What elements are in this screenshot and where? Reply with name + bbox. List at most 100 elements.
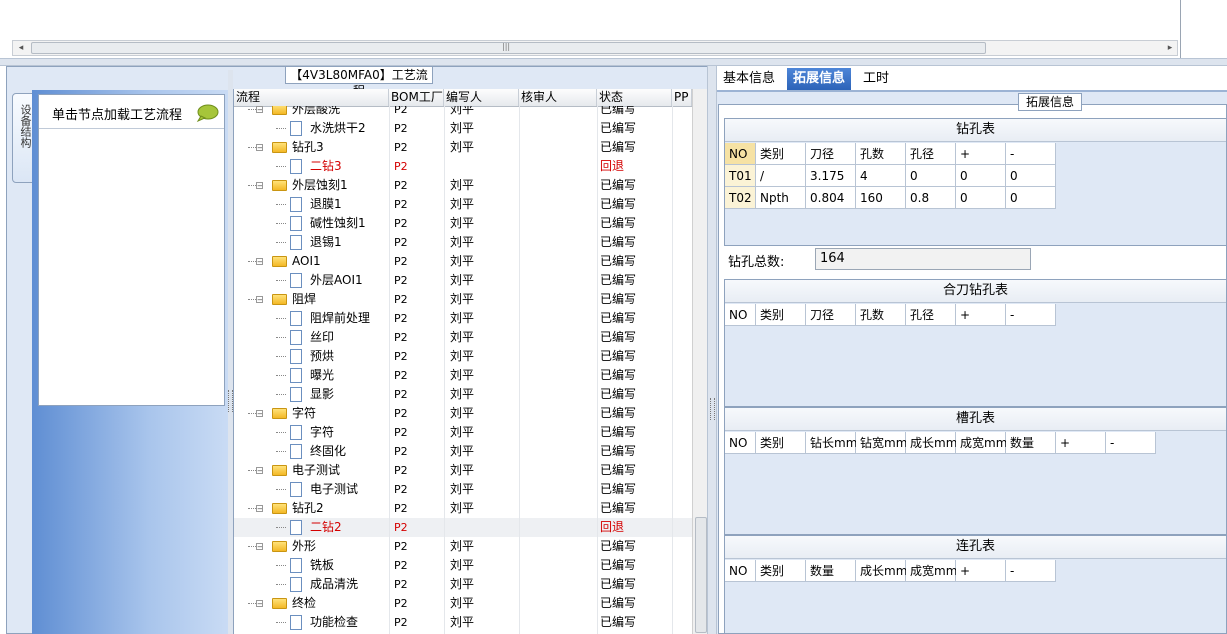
- table-cell[interactable]: T01: [725, 165, 756, 187]
- table-row[interactable]: 外层AOI1 P2 刘平 已编写: [234, 271, 692, 290]
- table-row[interactable]: 字符 P2 刘平 已编写: [234, 423, 692, 442]
- horizontal-scrollbar[interactable]: ◂ ||| ▸: [12, 40, 1178, 56]
- table-row[interactable]: 水洗烘干2 P2 刘平 已编写: [234, 119, 692, 138]
- table-row[interactable]: 丝印 P2 刘平 已编写: [234, 328, 692, 347]
- drill-total-field[interactable]: 164: [815, 248, 1031, 270]
- table-row[interactable]: 曝光 P2 刘平 已编写: [234, 366, 692, 385]
- right-splitter[interactable]: [707, 66, 717, 634]
- table-cell[interactable]: 0: [906, 165, 956, 187]
- table-header-cell[interactable]: +: [956, 304, 1006, 326]
- side-tab-equipment-structure[interactable]: 设备结构: [12, 93, 34, 183]
- table-row[interactable]: 阻焊前处理 P2 刘平 已编写: [234, 309, 692, 328]
- collapse-toggle-icon[interactable]: −: [256, 296, 263, 304]
- table-header-cell[interactable]: +: [1056, 432, 1106, 454]
- table-header-cell[interactable]: 孔径: [906, 143, 956, 165]
- collapse-toggle-icon[interactable]: −: [256, 467, 263, 475]
- table-cell[interactable]: 0.8: [906, 187, 956, 209]
- table-row[interactable]: − 钻孔3 P2 刘平 已编写: [234, 138, 692, 157]
- collapse-toggle-icon[interactable]: −: [256, 543, 263, 551]
- table-header-cell[interactable]: +: [956, 143, 1006, 165]
- table-header-cell[interactable]: 钻宽mm: [856, 432, 907, 454]
- table-header-cell[interactable]: NO: [725, 432, 756, 454]
- table-row[interactable]: − 电子测试 P2 刘平 已编写: [234, 461, 692, 480]
- collapse-toggle-icon[interactable]: −: [256, 106, 263, 114]
- grid-vertical-scroll-thumb[interactable]: [695, 517, 707, 633]
- table-header-cell[interactable]: 类别: [756, 143, 806, 165]
- table-header-cell[interactable]: 刀径: [806, 304, 856, 326]
- table-cell[interactable]: T02: [725, 187, 756, 209]
- table-row[interactable]: − 外形 P2 刘平 已编写: [234, 537, 692, 556]
- collapse-toggle-icon[interactable]: −: [256, 144, 263, 152]
- table-header-cell[interactable]: -: [1006, 304, 1056, 326]
- column-header-writer[interactable]: 编写人: [444, 89, 519, 106]
- collapse-toggle-icon[interactable]: −: [256, 182, 263, 190]
- tab-work-hours[interactable]: 工时: [857, 68, 895, 90]
- table-row[interactable]: 碱性蚀刻1 P2 刘平 已编写: [234, 214, 692, 233]
- collapse-toggle-icon[interactable]: −: [256, 258, 263, 266]
- table-row[interactable]: − 终检 P2 刘平 已编写: [234, 594, 692, 613]
- table-header-cell[interactable]: 类别: [756, 304, 806, 326]
- table-header-cell[interactable]: -: [1006, 560, 1056, 582]
- table-cell[interactable]: 160: [856, 187, 906, 209]
- tab-extended-info[interactable]: 拓展信息: [787, 68, 852, 90]
- table-row[interactable]: − 钻孔2 P2 刘平 已编写: [234, 499, 692, 518]
- table-cell[interactable]: 3.175: [806, 165, 856, 187]
- table-header-cell[interactable]: -: [1006, 143, 1056, 165]
- table-header-cell[interactable]: 类别: [756, 560, 806, 582]
- table-row[interactable]: − 字符 P2 刘平 已编写: [234, 404, 692, 423]
- collapse-toggle-icon[interactable]: −: [256, 600, 263, 608]
- collapse-toggle-icon[interactable]: −: [256, 505, 263, 513]
- table-row[interactable]: − 外层酸洗 P2 刘平 已编写: [234, 106, 692, 119]
- table-row[interactable]: 电子测试 P2 刘平 已编写: [234, 480, 692, 499]
- table-cell[interactable]: 0: [956, 165, 1006, 187]
- table-header-cell[interactable]: 数量: [806, 560, 856, 582]
- table-cell[interactable]: 0: [1006, 165, 1056, 187]
- table-header-cell[interactable]: 类别: [756, 432, 806, 454]
- table-header-cell[interactable]: +: [956, 560, 1006, 582]
- column-header-bom-factory[interactable]: BOM工厂: [389, 89, 444, 106]
- scroll-left-arrow-icon[interactable]: ◂: [14, 42, 28, 54]
- table-row[interactable]: 功能检查 P2 刘平 已编写: [234, 613, 692, 632]
- table-cell[interactable]: 0.804: [806, 187, 856, 209]
- column-header-status[interactable]: 状态: [597, 89, 672, 106]
- table-row[interactable]: 预烘 P2 刘平 已编写: [234, 347, 692, 366]
- table-header-cell[interactable]: 成宽mm: [956, 432, 1007, 454]
- table-row[interactable]: 退锡1 P2 刘平 已编写: [234, 233, 692, 252]
- column-header-flow[interactable]: 流程: [234, 89, 389, 106]
- table-cell[interactable]: 0: [956, 187, 1006, 209]
- horizontal-scroll-thumb[interactable]: |||: [31, 42, 986, 54]
- table-row[interactable]: − 阻焊 P2 刘平 已编写: [234, 290, 692, 309]
- table-header-cell[interactable]: 孔径: [906, 304, 956, 326]
- collapse-toggle-icon[interactable]: −: [256, 410, 263, 418]
- column-header-pp[interactable]: PP: [672, 89, 692, 106]
- table-row[interactable]: 二钻3 P2 回退: [234, 157, 692, 176]
- table-cell[interactable]: /: [756, 165, 806, 187]
- column-header-reviewer[interactable]: 核审人: [519, 89, 597, 106]
- tab-basic-info[interactable]: 基本信息: [717, 68, 781, 90]
- table-header-cell[interactable]: NO: [725, 560, 756, 582]
- table-row[interactable]: − 外层蚀刻1 P2 刘平 已编写: [234, 176, 692, 195]
- table-header-cell[interactable]: 成长mm: [906, 432, 957, 454]
- scroll-right-arrow-icon[interactable]: ▸: [1163, 42, 1177, 54]
- table-row[interactable]: 二钻2 P2 回退: [234, 518, 692, 537]
- table-cell[interactable]: 0: [1006, 187, 1056, 209]
- table-row[interactable]: − AOI1 P2 刘平 已编写: [234, 252, 692, 271]
- table-header-cell[interactable]: 孔数: [856, 143, 906, 165]
- table-row[interactable]: 退膜1 P2 刘平 已编写: [234, 195, 692, 214]
- table-row[interactable]: 铣板 P2 刘平 已编写: [234, 556, 692, 575]
- table-row[interactable]: 成品清洗 P2 刘平 已编写: [234, 575, 692, 594]
- table-header-cell[interactable]: 数量: [1006, 432, 1056, 454]
- table-row[interactable]: 终固化 P2 刘平 已编写: [234, 442, 692, 461]
- table-header-cell[interactable]: 钻长mm: [806, 432, 857, 454]
- table-header-cell[interactable]: NO: [725, 143, 756, 165]
- table-header-cell[interactable]: 孔数: [856, 304, 906, 326]
- table-cell[interactable]: Npth: [756, 187, 806, 209]
- horizontal-splitter[interactable]: [0, 58, 1227, 66]
- table-cell[interactable]: 4: [856, 165, 906, 187]
- table-header-cell[interactable]: -: [1106, 432, 1156, 454]
- table-header-cell[interactable]: 刀径: [806, 143, 856, 165]
- table-header-cell[interactable]: 成宽mm: [906, 560, 957, 582]
- table-row[interactable]: 显影 P2 刘平 已编写: [234, 385, 692, 404]
- table-header-cell[interactable]: NO: [725, 304, 756, 326]
- table-header-cell[interactable]: 成长mm: [856, 560, 907, 582]
